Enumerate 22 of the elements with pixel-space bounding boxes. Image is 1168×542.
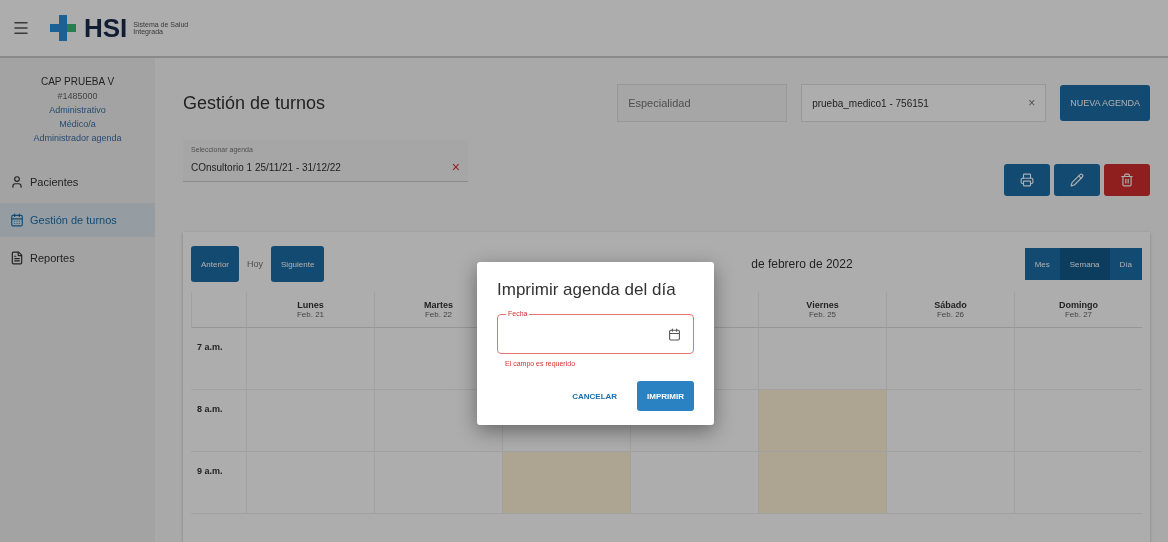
day-date: Feb. 26 xyxy=(936,310,965,319)
day-date: Feb. 22 xyxy=(424,310,453,319)
day-name: Viernes xyxy=(806,300,839,310)
day-name: Sábado xyxy=(934,300,967,310)
role-text: Administrador agenda xyxy=(33,133,122,143)
day-name: Domingo xyxy=(1059,300,1098,310)
day-name: Lunes xyxy=(297,300,324,310)
day-date: Feb. 21 xyxy=(296,310,325,319)
hour-label: 9 a.m. xyxy=(197,466,223,476)
hour-label: 8 a.m. xyxy=(197,404,223,414)
range-title: de febrero de 2022 xyxy=(751,257,853,271)
logo-text: HSI xyxy=(84,12,128,44)
institution-name: CAP PRUEBA V xyxy=(40,76,115,87)
role-text: Médico/a xyxy=(59,119,96,129)
day-date: Feb. 27 xyxy=(1064,310,1093,319)
role-text: Administrativo xyxy=(49,105,106,115)
hour-label: 7 a.m. xyxy=(197,342,223,352)
day-date: Feb. 25 xyxy=(808,310,837,319)
day-name: Martes xyxy=(424,300,453,310)
institution-code: #1485000 xyxy=(57,91,98,101)
dialog-title: Imprimir agenda del día xyxy=(497,280,677,300)
page-title: Gestión de turnos xyxy=(183,92,327,114)
